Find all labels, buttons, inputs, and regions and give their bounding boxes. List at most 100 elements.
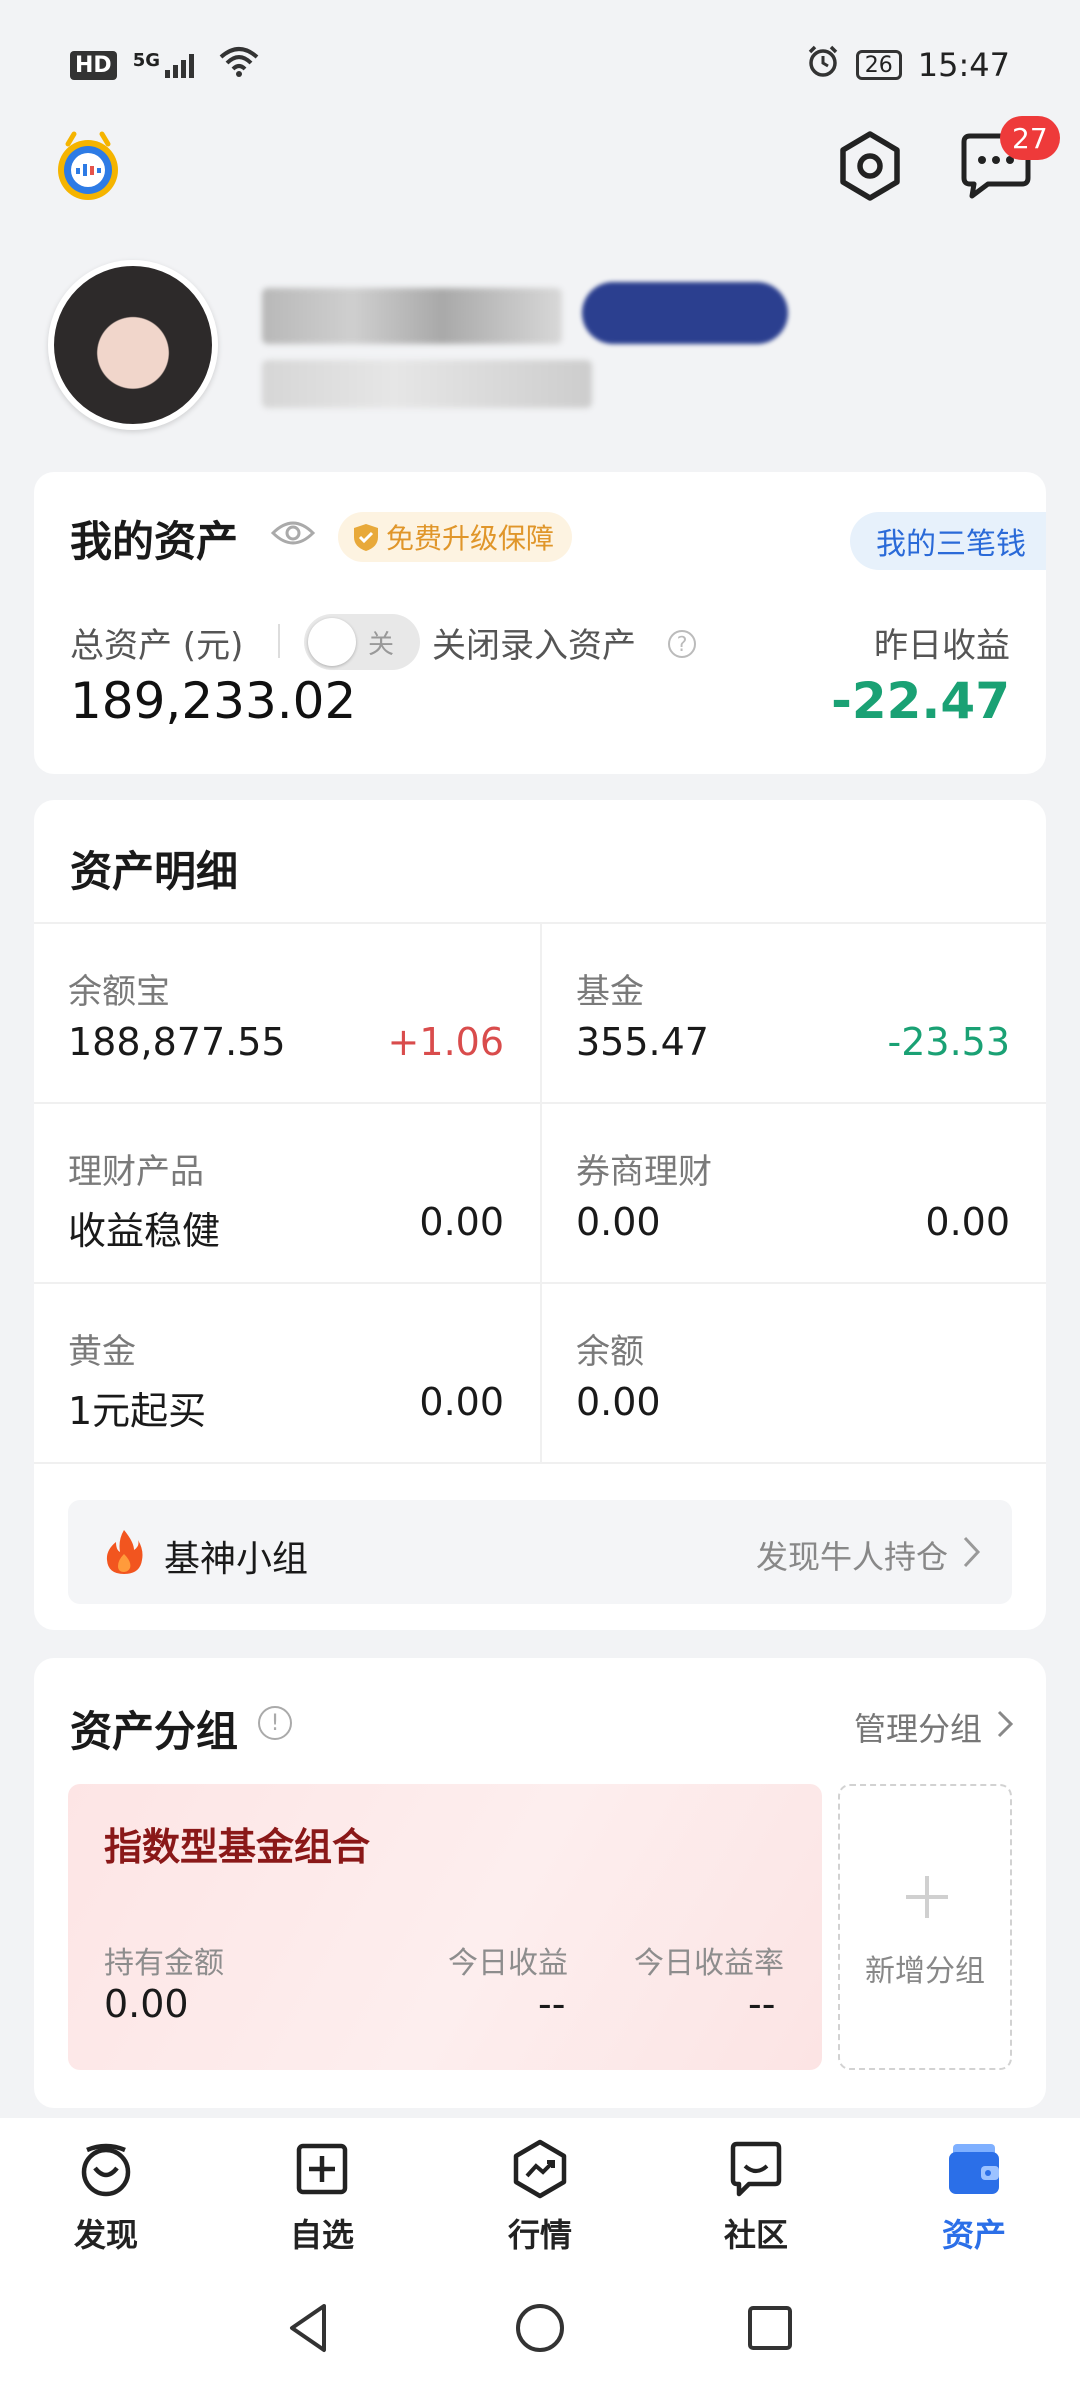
asset-item-change: 0.00	[925, 1200, 1010, 1244]
status-left: HD 5G	[70, 45, 259, 85]
asset-details-title: 资产明细	[70, 847, 239, 896]
chevron-right-icon	[997, 1710, 1014, 1738]
clock: 15:47	[917, 46, 1010, 84]
blurred-user-subtitle	[262, 360, 592, 408]
flame-icon	[106, 1530, 143, 1574]
group-name: 指数型基金组合	[104, 1825, 371, 1869]
yesterday-earnings-value: -22.47	[831, 672, 1010, 730]
user-profile[interactable]	[0, 260, 1080, 430]
asset-item-label: 基金	[576, 972, 644, 1012]
record-assets-toggle[interactable]: 关	[304, 614, 420, 670]
my-assets-card: 我的资产 免费升级保障 我的三笔钱 总资产 (元) 关 关闭录入资产 ? 189…	[34, 472, 1046, 774]
add-group-button[interactable]: 新增分组	[838, 1784, 1012, 2070]
asset-item-yuebao[interactable]: 余额宝 188,877.55 +1.06	[34, 924, 540, 1104]
app-logo-icon[interactable]	[52, 130, 124, 202]
total-assets-label: 总资产 (元)	[70, 626, 244, 666]
tab-label: 资产	[941, 2216, 1006, 2254]
asset-item-gold[interactable]: 黄金 1元起买 0.00	[34, 1284, 540, 1464]
bottom-tab-bar: 发现 自选 行情 社区 资产	[0, 2118, 1080, 2268]
asset-item-value: 1元起买	[68, 1389, 207, 1433]
asset-group-title: 资产分组	[70, 1707, 239, 1756]
signal-label: 5G	[132, 50, 160, 71]
recents-square-icon[interactable]	[740, 2298, 800, 2358]
asset-details-card: 资产明细 余额宝 188,877.55 +1.06 基金 355.47 -23.…	[34, 800, 1046, 1630]
fund-group-banner[interactable]: 基神小组 发现牛人持仓	[68, 1500, 1012, 1604]
shield-check-icon	[354, 524, 378, 551]
asset-item-label: 券商理财	[576, 1152, 712, 1192]
wallet-icon	[949, 2144, 999, 2194]
fund-group-title: 基神小组	[164, 1539, 309, 1580]
watchlist-icon	[296, 2143, 348, 2195]
hold-amount-value: 0.00	[104, 1982, 189, 2026]
free-upgrade-badge[interactable]: 免费升级保障	[338, 512, 573, 562]
tab-label: 社区	[723, 2216, 788, 2254]
wifi-icon	[219, 45, 259, 85]
asset-item-change: -23.53	[887, 1020, 1011, 1064]
avatar[interactable]	[48, 260, 218, 430]
asset-item-change: 0.00	[419, 1200, 504, 1244]
toggle-state-label: 关	[368, 630, 395, 660]
signal-icon: 5G	[133, 50, 203, 80]
tab-market[interactable]: 行情	[470, 2138, 610, 2268]
asset-item-change: 0.00	[419, 1380, 504, 1424]
asset-item-label: 余额	[576, 1332, 644, 1372]
discover-holdings-link[interactable]: 发现牛人持仓	[756, 1532, 948, 1578]
today-rate-value: --	[748, 1982, 776, 2026]
alarm-icon	[806, 44, 840, 86]
blurred-member-tag[interactable]	[582, 282, 788, 344]
community-icon	[730, 2141, 782, 2197]
market-icon	[513, 2139, 567, 2199]
system-nav-bar	[0, 2268, 1080, 2388]
hold-amount-label: 持有金额	[104, 1946, 224, 1981]
manage-groups-link[interactable]: 管理分组	[854, 1704, 982, 1750]
asset-item-wealth-products[interactable]: 理财产品 收益稳健 0.00	[34, 1104, 540, 1284]
message-count-badge: 27	[1000, 116, 1060, 160]
asset-item-change: +1.06	[387, 1020, 504, 1064]
free-upgrade-label: 免费升级保障	[386, 522, 555, 555]
discover-icon	[81, 2143, 131, 2197]
tab-label: 自选	[289, 2216, 354, 2254]
tab-label: 行情	[507, 2216, 572, 2254]
status-right: 26 15:47	[806, 44, 1010, 86]
asset-item-value: 355.47	[576, 1020, 709, 1064]
settings-gear-icon[interactable]	[832, 128, 908, 204]
divider	[278, 624, 280, 658]
asset-item-fund[interactable]: 基金 355.47 -23.53	[540, 924, 1046, 1104]
asset-item-balance[interactable]: 余额 0.00	[540, 1284, 1046, 1464]
add-group-label: 新增分组	[865, 1954, 985, 1989]
asset-item-value: 收益稳健	[68, 1209, 221, 1253]
tab-community[interactable]: 社区	[686, 2138, 826, 2268]
help-icon[interactable]: ?	[668, 630, 696, 658]
home-circle-icon[interactable]	[510, 2298, 570, 2358]
today-rate-label: 今日收益率	[634, 1946, 784, 1981]
top-bar: 27	[0, 110, 1080, 220]
toggle-knob	[308, 618, 356, 666]
tab-watchlist[interactable]: 自选	[252, 2138, 392, 2268]
plus-icon	[906, 1876, 948, 1918]
total-assets-value: 189,233.02	[70, 672, 357, 730]
tab-assets[interactable]: 资产	[904, 2138, 1044, 2268]
today-earnings-label: 今日收益	[448, 1946, 568, 1981]
asset-item-label: 黄金	[68, 1332, 136, 1372]
back-triangle-icon[interactable]	[280, 2298, 340, 2358]
info-icon[interactable]: !	[258, 1706, 292, 1740]
asset-item-label: 余额宝	[68, 972, 170, 1012]
battery-level: 26	[864, 52, 893, 78]
hd-indicator: HD	[70, 50, 117, 80]
today-earnings-value: --	[538, 1982, 566, 2026]
asset-item-broker-wealth[interactable]: 券商理财 0.00 0.00	[540, 1104, 1046, 1284]
chevron-right-icon	[963, 1536, 981, 1568]
tab-discover[interactable]: 发现	[36, 2138, 176, 2268]
index-fund-group-card[interactable]: 指数型基金组合 持有金额 0.00 今日收益 -- 今日收益率 --	[68, 1784, 822, 2070]
asset-item-value: 188,877.55	[68, 1020, 286, 1064]
battery-indicator: 26	[855, 50, 902, 80]
asset-item-label: 理财产品	[68, 1152, 204, 1192]
asset-details-grid: 余额宝 188,877.55 +1.06 基金 355.47 -23.53 理财…	[34, 922, 1046, 1464]
asset-item-value: 0.00	[576, 1380, 661, 1424]
asset-item-value: 0.00	[576, 1200, 661, 1244]
record-assets-label: 关闭录入资产	[432, 626, 636, 666]
eye-icon[interactable]	[270, 516, 316, 550]
my-three-money-link[interactable]: 我的三笔钱	[850, 512, 1046, 570]
my-assets-title: 我的资产	[70, 517, 239, 566]
tab-label: 发现	[73, 2216, 138, 2254]
